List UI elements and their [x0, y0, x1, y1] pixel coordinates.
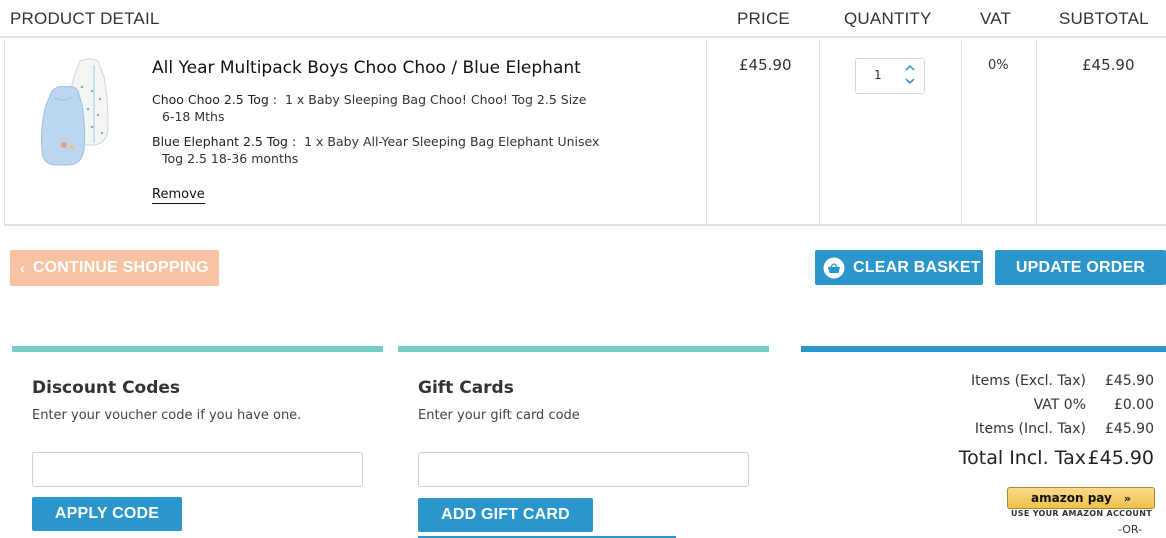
option-name: Blue Elephant 2.5 Tog : — [152, 134, 297, 149]
option-description: 1 x Baby All-Year Sleeping Bag Elephant … — [304, 134, 600, 149]
totals-value: £0.00 — [1113, 397, 1154, 413]
option-name: Choo Choo 2.5 Tog : — [152, 92, 277, 107]
gift-panel-bar — [398, 346, 769, 352]
totals-row: Items (Excl. Tax) £45.90 — [886, 373, 1154, 389]
discount-codes-hint: Enter your voucher code if you have one. — [32, 408, 302, 423]
option-description-continued: Tog 2.5 18-36 months — [162, 151, 299, 166]
totals-label: Items (Excl. Tax) — [970, 373, 1086, 389]
option-description: 1 x Baby Sleeping Bag Choo! Choo! Tog 2.… — [284, 92, 587, 107]
chevron-left-icon: ‹ — [20, 260, 25, 276]
totals-label: Items (Incl. Tax) — [974, 421, 1086, 437]
item-vat: 0% — [988, 58, 1009, 73]
remove-item-link[interactable]: Remove — [152, 187, 205, 204]
amazon-account-caption: USE YOUR AMAZON ACCOUNT — [1011, 509, 1152, 518]
basket-icon — [823, 257, 845, 278]
add-gift-card-button[interactable]: ADD GIFT CARD — [418, 498, 593, 532]
add-gift-card-label: ADD GIFT CARD — [441, 506, 570, 523]
product-title[interactable]: All Year Multipack Boys Choo Choo / Blue… — [152, 58, 581, 78]
gift-cards-hint: Enter your gift card code — [418, 408, 580, 423]
totals-row: Items (Incl. Tax) £45.90 — [886, 421, 1154, 437]
update-order-label: UPDATE ORDER — [1015, 258, 1146, 276]
gift-cards-title: Gift Cards — [418, 378, 514, 398]
clear-basket-button[interactable]: CLEAR BASKET — [815, 250, 983, 285]
amazon-pay-label: amazon pay — [1031, 491, 1112, 505]
continue-shopping-label: CONTINUE SHOPPING — [32, 259, 209, 276]
continue-shopping-button[interactable]: ‹ CONTINUE SHOPPING — [10, 250, 219, 286]
or-separator: -OR- — [1118, 523, 1143, 536]
header-vat: VAT — [980, 9, 1012, 28]
grand-total-label: Total Incl. Tax — [958, 447, 1086, 469]
chevron-down-icon[interactable] — [903, 77, 917, 89]
apply-code-button[interactable]: APPLY CODE — [32, 497, 182, 531]
product-option: Choo Choo 2.5 Tog : 1 x Baby Sleeping Ba… — [152, 91, 622, 125]
double-chevron-right-icon: » — [1123, 491, 1131, 505]
discount-panel-bar — [12, 346, 383, 352]
amazon-pay-button[interactable]: amazon pay » — [1007, 487, 1155, 509]
header-price: PRICE — [737, 9, 790, 28]
header-quantity: QUANTITY — [844, 9, 932, 28]
product-image[interactable] — [38, 57, 118, 169]
cart-table-header: PRODUCT DETAIL PRICE QUANTITY VAT SUBTOT… — [0, 0, 1166, 38]
clear-basket-label: CLEAR BASKET — [853, 258, 981, 276]
quantity-stepper[interactable]: 1 — [855, 58, 925, 94]
option-description-continued: 6-18 Mths — [162, 109, 225, 124]
totals-label: VAT 0% — [1033, 397, 1086, 413]
update-order-button[interactable]: UPDATE ORDER — [995, 250, 1166, 285]
grand-total-value: £45.90 — [1087, 447, 1154, 469]
column-divider — [706, 40, 707, 224]
item-price: £45.90 — [739, 56, 792, 74]
header-product-detail: PRODUCT DETAIL — [10, 9, 160, 28]
product-option: Blue Elephant 2.5 Tog : 1 x Baby All-Yea… — [152, 133, 622, 167]
totals-value: £45.90 — [1105, 421, 1154, 437]
column-divider — [961, 40, 962, 224]
item-subtotal: £45.90 — [1082, 56, 1135, 74]
discount-codes-title: Discount Codes — [32, 378, 181, 398]
gift-card-input[interactable] — [418, 452, 749, 487]
totals-value: £45.90 — [1105, 373, 1154, 389]
totals-row: VAT 0% £0.00 — [886, 397, 1154, 413]
chevron-up-icon[interactable] — [903, 64, 917, 76]
voucher-code-input[interactable] — [32, 452, 363, 487]
apply-code-label: APPLY CODE — [54, 505, 160, 522]
quantity-value[interactable]: 1 — [874, 68, 882, 82]
column-divider — [819, 40, 820, 224]
grand-total-row: Total Incl. Tax £45.90 — [886, 447, 1154, 469]
totals-panel-bar — [801, 346, 1166, 352]
header-subtotal: SUBTOTAL — [1059, 9, 1149, 28]
column-divider — [1036, 40, 1037, 224]
